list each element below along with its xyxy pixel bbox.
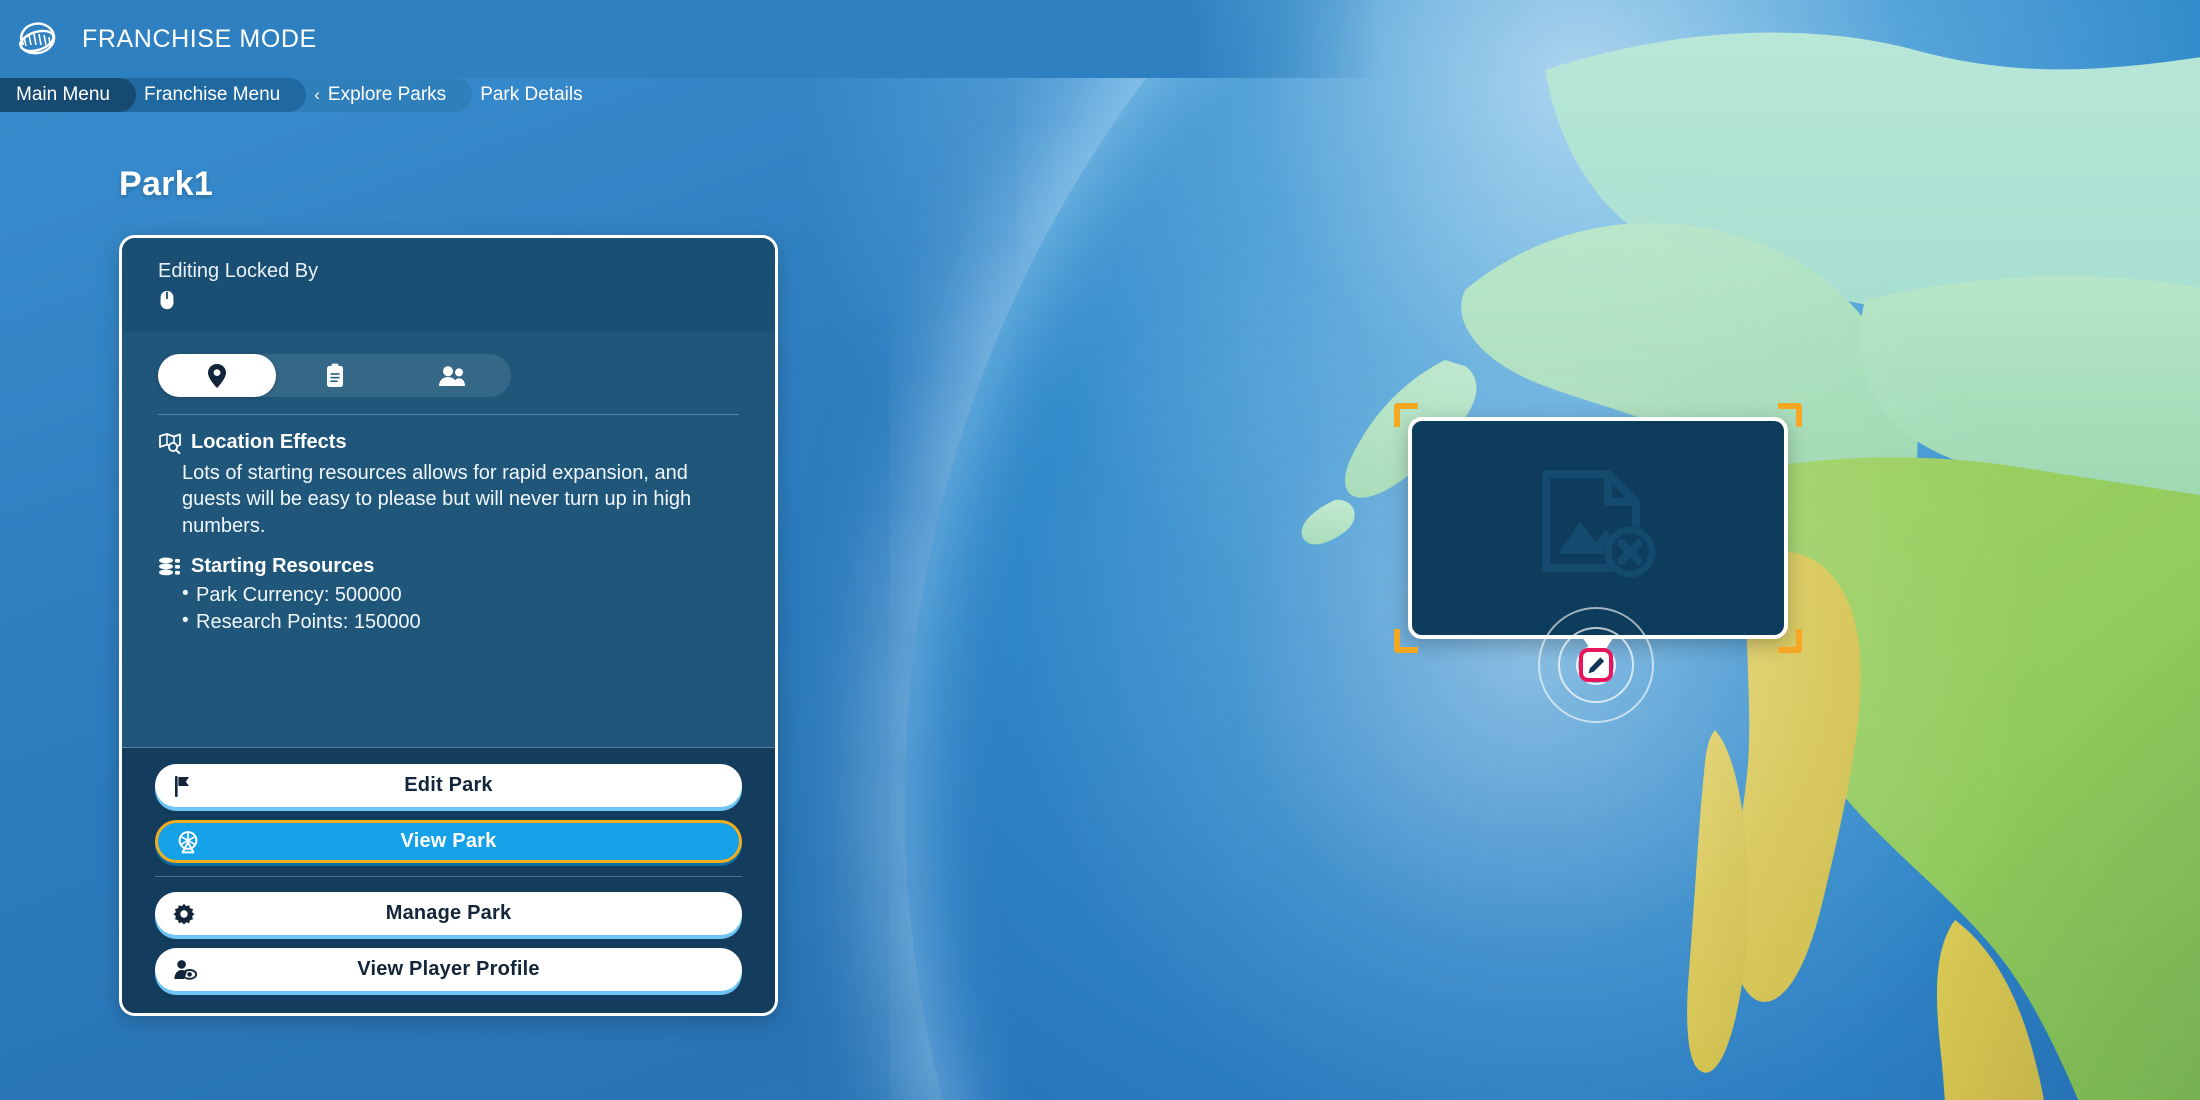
- mouse-pointer-icon: [160, 290, 174, 310]
- selection-bracket-bottom-right: [1778, 629, 1802, 653]
- breadcrumb-item-franchise-menu[interactable]: Franchise Menu: [122, 78, 307, 112]
- section-starting-resources: Starting Resources Park Currency: 500000…: [158, 555, 739, 636]
- coaster-loop-logo-icon: [18, 22, 56, 55]
- page-title: Park1: [119, 165, 214, 203]
- map-pin-icon: [207, 363, 226, 388]
- ferris-wheel-icon: [176, 830, 200, 854]
- map-search-icon: [159, 432, 181, 454]
- breadcrumb-item-park-details[interactable]: Park Details: [458, 78, 598, 112]
- people-icon: [439, 365, 466, 386]
- view-player-profile-button[interactable]: View Player Profile: [155, 948, 742, 991]
- view-park-button[interactable]: View Park: [155, 820, 742, 863]
- gear-icon: [173, 903, 195, 925]
- broken-image-icon: [1542, 470, 1656, 578]
- flag-icon: [173, 775, 193, 797]
- list-item: Park Currency: 500000: [182, 581, 739, 609]
- manage-park-button[interactable]: Manage Park: [155, 892, 742, 935]
- starting-resources-list: Park Currency: 500000 Research Points: 1…: [158, 581, 739, 636]
- section-header: Starting Resources: [158, 555, 739, 578]
- selection-bracket-bottom-left: [1394, 629, 1418, 653]
- breadcrumb-label: Park Details: [480, 84, 583, 105]
- breadcrumb: Main Menu Franchise Menu ‹ Explore Parks…: [0, 78, 599, 112]
- list-item: Research Points: 150000: [182, 608, 739, 636]
- breadcrumb-label: Explore Parks: [327, 84, 447, 105]
- breadcrumb-label: Franchise Menu: [144, 84, 281, 105]
- footer-separator: [155, 876, 742, 877]
- section-header: Location Effects: [158, 431, 739, 454]
- park-details-panel: Editing Locked By Location Effects Lots …: [119, 235, 778, 1016]
- app-header: FRANCHISE MODE: [0, 0, 1380, 78]
- tab-players[interactable]: [393, 354, 511, 397]
- pencil-edit-icon: [1588, 656, 1604, 673]
- park-panel-body: Location Effects Lots of starting resour…: [122, 332, 775, 748]
- section-location-effects: Location Effects Lots of starting resour…: [158, 431, 739, 539]
- breadcrumb-item-main-menu[interactable]: Main Menu: [0, 78, 136, 112]
- coin-stack-icon: [159, 557, 180, 575]
- editing-lock-label: Editing Locked By: [158, 260, 319, 282]
- tab-location[interactable]: [158, 354, 276, 397]
- person-eye-icon: [173, 959, 197, 981]
- chevron-left-icon: ‹: [314, 85, 320, 104]
- button-label: Edit Park: [404, 774, 493, 796]
- button-label: Manage Park: [385, 902, 512, 924]
- button-label: View Park: [400, 830, 497, 852]
- clipboard-icon: [326, 363, 343, 387]
- breadcrumb-item-explore-parks[interactable]: ‹ Explore Parks: [292, 78, 473, 112]
- park-info-tabs: [158, 354, 511, 397]
- selection-bracket-top-left: [1394, 403, 1418, 427]
- edit-park-button[interactable]: Edit Park: [155, 764, 742, 807]
- selection-bracket-top-right: [1778, 403, 1802, 427]
- button-label: View Player Profile: [357, 958, 540, 980]
- marker-chip[interactable]: [1579, 648, 1613, 682]
- tab-divider: [158, 414, 739, 415]
- breadcrumb-label: Main Menu: [16, 84, 110, 105]
- editing-lock-owner: [158, 289, 739, 311]
- editing-lock-header: Editing Locked By: [122, 238, 775, 332]
- park-location-marker[interactable]: [1526, 595, 1666, 735]
- section-title: Location Effects: [191, 431, 347, 453]
- panel-spacer: [158, 637, 739, 747]
- park-action-buttons: Edit Park View Park Manage Park View Pla…: [122, 748, 775, 1013]
- app-title: FRANCHISE MODE: [82, 24, 317, 53]
- section-title: Starting Resources: [191, 555, 375, 578]
- location-effects-text: Lots of starting resources allows for ra…: [182, 462, 692, 537]
- tab-details[interactable]: [276, 354, 394, 397]
